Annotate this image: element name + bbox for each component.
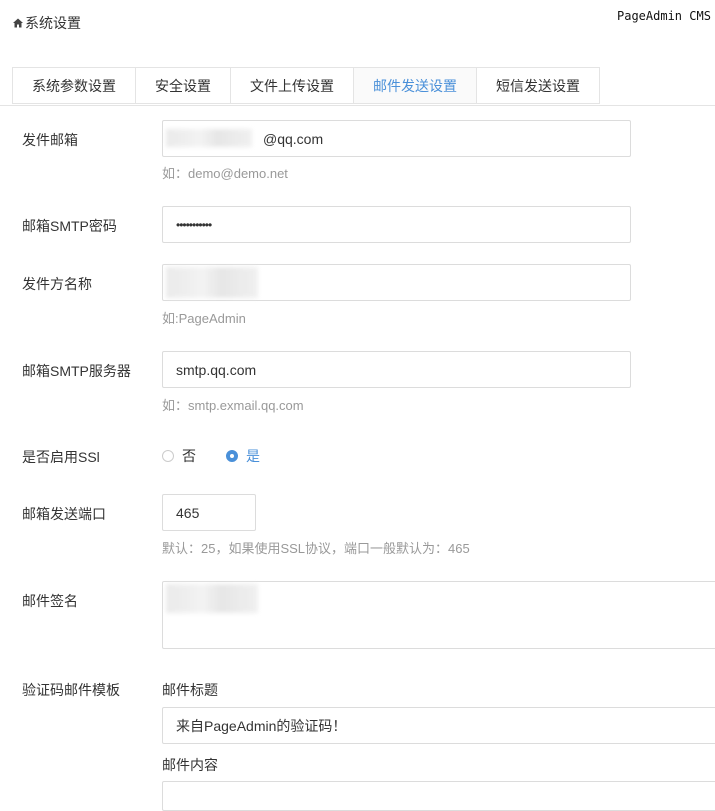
smtp-password-label: 邮箱SMTP密码: [22, 218, 117, 234]
email-title-label: 邮件标题: [162, 682, 218, 698]
port-label: 邮箱发送端口: [22, 506, 106, 522]
signature-label: 邮件签名: [22, 593, 78, 609]
tab-security[interactable]: 安全设置: [135, 67, 230, 104]
sender-email-label: 发件邮箱: [22, 132, 78, 148]
radio-unchecked-icon[interactable]: [162, 450, 174, 462]
home-icon: [13, 18, 23, 28]
redaction-blur: [166, 267, 258, 298]
port-value: 465: [176, 504, 200, 521]
email-title-input[interactable]: 来自PageAdmin的验证码！: [162, 707, 715, 744]
tab-sms-sending[interactable]: 短信发送设置: [476, 67, 600, 104]
breadcrumb-label: 系统设置: [25, 15, 81, 31]
breadcrumb[interactable]: 系统设置: [13, 13, 81, 33]
smtp-server-input[interactable]: smtp.qq.com: [162, 351, 631, 388]
ssl-label: 是否启用SSl: [22, 449, 100, 465]
smtp-password-input[interactable]: •••••••••••: [162, 206, 631, 243]
tab-file-upload[interactable]: 文件上传设置: [230, 67, 353, 104]
port-input[interactable]: 465: [162, 494, 256, 531]
verify-template-label: 验证码邮件模板: [22, 682, 120, 698]
smtp-password-value: •••••••••••: [176, 217, 212, 232]
tab-system-params[interactable]: 系统参数设置: [12, 67, 135, 104]
email-title-value: 来自PageAdmin的验证码！: [176, 717, 347, 734]
tab-divider: [0, 105, 715, 106]
radio-checked-icon[interactable]: [226, 450, 238, 462]
ssl-option-no-label: 否: [182, 448, 196, 464]
port-hint: 默认：25，如果使用SSL协议，端口一般默认为：465: [162, 541, 470, 556]
tab-email-sending[interactable]: 邮件发送设置: [353, 67, 476, 104]
smtp-server-value: smtp.qq.com: [176, 361, 257, 378]
sender-email-value: @qq.com: [263, 130, 324, 147]
email-content-textarea[interactable]: [162, 781, 715, 811]
ssl-option-no[interactable]: 否: [162, 446, 196, 466]
smtp-server-hint: 如：smtp.exmail.qq.com: [162, 398, 304, 413]
sender-name-label: 发件方名称: [22, 276, 92, 292]
redaction-blur: [166, 129, 252, 147]
sender-email-hint: 如：demo@demo.net: [162, 166, 288, 181]
email-content-label: 邮件内容: [162, 757, 218, 773]
ssl-option-yes[interactable]: 是: [226, 446, 260, 466]
sender-name-hint: 如:PageAdmin: [162, 311, 246, 326]
tab-bar: 系统参数设置 安全设置 文件上传设置 邮件发送设置 短信发送设置: [12, 67, 600, 105]
ssl-option-yes-label: 是: [246, 448, 260, 464]
brand-label: PageAdmin CMS: [617, 9, 711, 23]
smtp-server-label: 邮箱SMTP服务器: [22, 363, 131, 379]
redaction-blur: [166, 584, 258, 613]
